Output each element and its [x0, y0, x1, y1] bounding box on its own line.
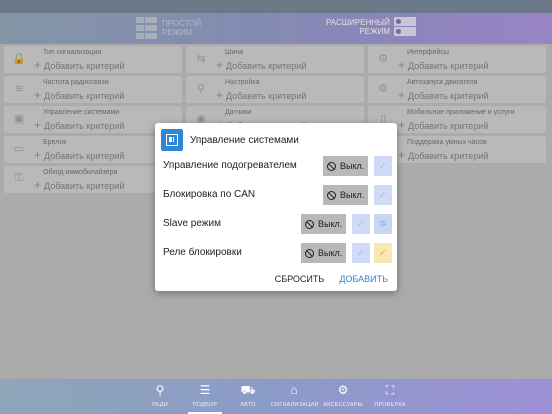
ban-icon: [305, 219, 314, 229]
nav-item-alarms[interactable]: ⌂ СИГНАЛИЗАЦИИ: [271, 379, 319, 414]
check-icon: ✓: [378, 189, 388, 201]
ban-icon: [327, 190, 336, 200]
pin-icon: ⚲: [155, 383, 165, 397]
nav-label: СИГНАЛИЗАЦИИ: [271, 402, 319, 408]
option-label: Реле блокировки: [163, 247, 242, 258]
nav-item-selection[interactable]: ☰ ПОДБОР: [182, 379, 228, 414]
add-button[interactable]: ДОБАВИТЬ: [339, 274, 388, 284]
dialog-actions: СБРОСИТЬ ДОБАВИТЬ: [275, 274, 388, 284]
nav-label: АКСЕССУАРЫ: [323, 402, 363, 408]
ban-icon: [327, 161, 336, 171]
car-icon: ⛟: [240, 383, 256, 397]
off-button[interactable]: Выкл.: [301, 214, 347, 234]
sliders-icon: ☰: [199, 383, 211, 397]
nav-item-accessories[interactable]: ⚙ АКСЕССУАРЫ: [320, 379, 366, 414]
on-option-button[interactable]: ✓: [352, 243, 370, 263]
gear-icon: ✲: [378, 218, 388, 230]
system-control-dialog: Управление системами Управление подогрев…: [155, 123, 397, 291]
option-row-heater: Управление подогревателем Выкл. ✓: [155, 154, 397, 178]
check-icon: ✓: [378, 160, 388, 172]
check-icon: ✓: [378, 247, 388, 259]
system-icon: [161, 129, 183, 151]
bottom-navigation: ⚲ РЕДИ ☰ ПОДБОР ⛟ АВТО ⌂ СИГНАЛИЗАЦИИ ⚙ …: [0, 379, 552, 414]
option-row-slave-mode: Slave режим Выкл. ✓ ✲: [155, 212, 397, 236]
option-row-can-lock: Блокировка по CAN Выкл. ✓: [155, 183, 397, 207]
dialog-header: Управление системами: [161, 129, 299, 151]
option-row-block-relay: Реле блокировки Выкл. ✓ ✓: [155, 241, 397, 265]
nav-item-redi[interactable]: ⚲ РЕДИ: [137, 379, 183, 414]
option-label: Блокировка по CAN: [163, 189, 256, 200]
reset-button[interactable]: СБРОСИТЬ: [275, 274, 325, 284]
nav-item-auto[interactable]: ⛟ АВТО: [225, 379, 271, 414]
off-button[interactable]: Выкл.: [301, 243, 347, 263]
nav-label: АВТО: [240, 402, 256, 408]
check-icon: ✓: [356, 218, 366, 230]
option-label: Slave режим: [163, 218, 221, 229]
nav-label: ПРОВЕРКА: [374, 402, 406, 408]
nav-label: ПОДБОР: [192, 402, 218, 408]
off-button[interactable]: Выкл.: [323, 185, 369, 205]
option-label: Управление подогревателем: [163, 160, 297, 171]
on-option-button[interactable]: ✓: [374, 156, 392, 176]
on-option-button[interactable]: ✓: [374, 185, 392, 205]
on-option-button[interactable]: ✓: [352, 214, 370, 234]
nav-label: РЕДИ: [152, 402, 168, 408]
off-button[interactable]: Выкл.: [323, 156, 369, 176]
expand-icon: ⛶: [385, 383, 395, 397]
alt-option-button[interactable]: ✓: [374, 243, 392, 263]
gear-icon: ⚙: [337, 383, 349, 397]
alarm-icon: ⌂: [290, 383, 298, 397]
check-icon: ✓: [356, 247, 366, 259]
settings-option-button[interactable]: ✲: [374, 214, 392, 234]
nav-item-check[interactable]: ⛶ ПРОВЕРКА: [367, 379, 413, 414]
dialog-title: Управление системами: [190, 134, 299, 146]
ban-icon: [305, 248, 314, 258]
